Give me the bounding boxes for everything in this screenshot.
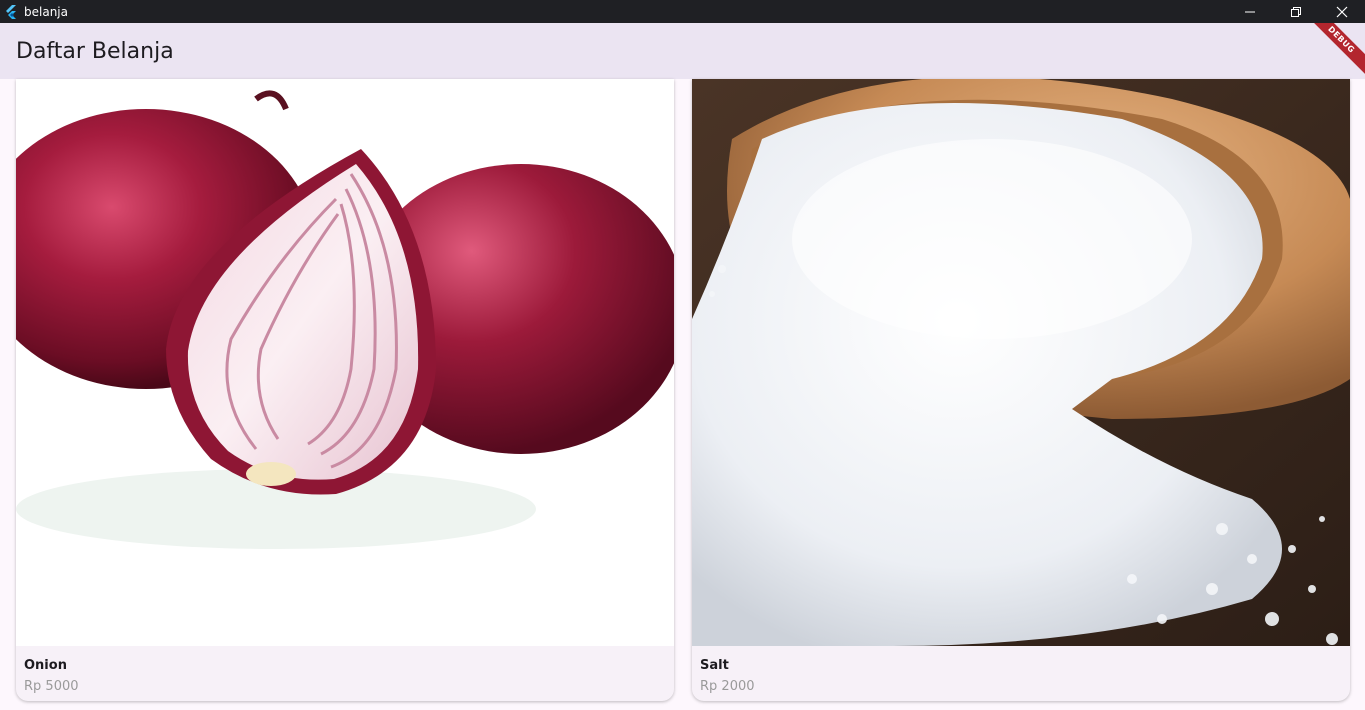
restore-icon [1291, 6, 1301, 17]
product-grid: Onion Rp 5000 Salt Rp 2000 [16, 79, 1350, 710]
card-info: Salt Rp 2000 [692, 646, 1350, 701]
flutter-icon [6, 4, 16, 19]
salt-photo [692, 79, 1350, 646]
app-bar: Daftar Belanja [0, 23, 1365, 79]
onion-photo [16, 79, 674, 646]
window-controls [1227, 0, 1365, 23]
close-icon [1336, 6, 1348, 17]
product-card-salt[interactable]: Salt Rp 2000 [692, 79, 1350, 701]
onion-image [16, 79, 674, 646]
item-name: Onion [24, 658, 67, 673]
window-title: belanja [24, 4, 68, 19]
window-titlebar: belanja [0, 0, 1365, 23]
minimize-icon [1245, 11, 1255, 12]
item-name: Salt [700, 658, 729, 673]
item-price: Rp 2000 [700, 679, 755, 694]
close-button[interactable] [1319, 0, 1365, 23]
page-title: Daftar Belanja [16, 38, 174, 64]
card-info: Onion Rp 5000 [16, 646, 674, 701]
product-card-onion[interactable]: Onion Rp 5000 [16, 79, 674, 701]
item-price: Rp 5000 [24, 679, 79, 694]
salt-image [692, 79, 1350, 646]
minimize-button[interactable] [1227, 0, 1273, 23]
restore-button[interactable] [1273, 0, 1319, 23]
